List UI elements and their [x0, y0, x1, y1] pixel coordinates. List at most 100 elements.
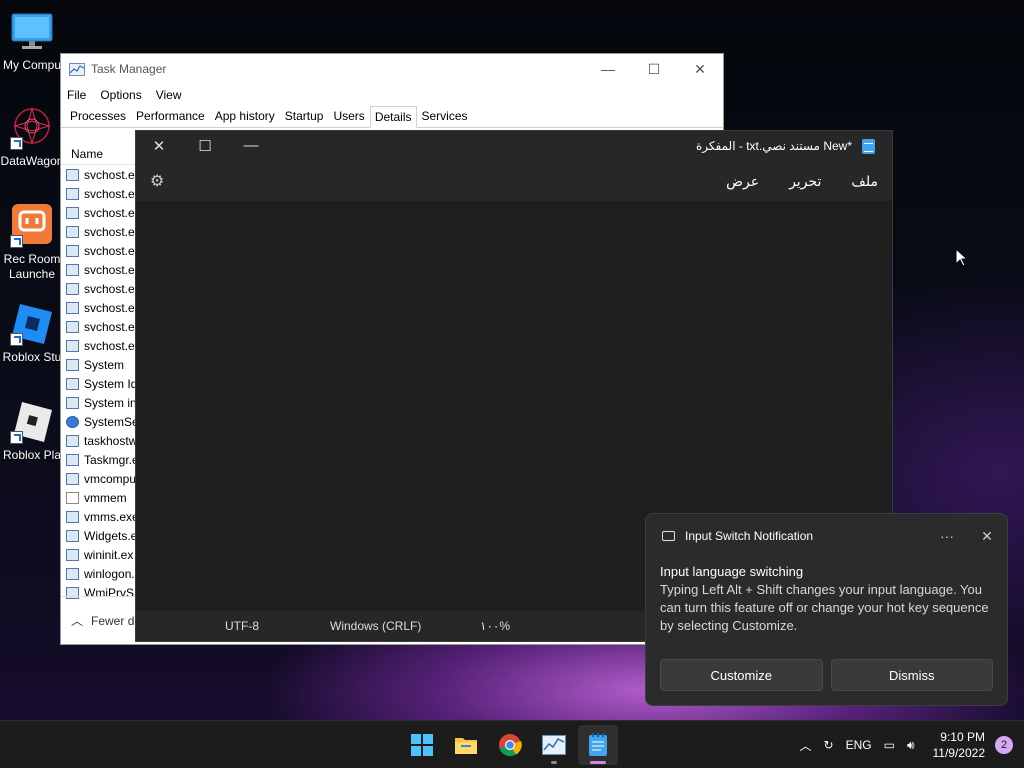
menu-options[interactable]: Options	[100, 88, 141, 102]
tab-app-history[interactable]: App history	[210, 105, 280, 127]
notification-app-name: Input Switch Notification	[685, 529, 814, 543]
process-icon	[66, 225, 79, 238]
table-row[interactable]: System int	[61, 393, 140, 412]
table-row[interactable]: wininit.ex	[61, 545, 137, 564]
table-row[interactable]: svchost.ex	[61, 203, 141, 222]
sync-icon[interactable]: ↻	[824, 738, 834, 752]
table-row[interactable]: vmms.exe	[61, 507, 139, 526]
table-row[interactable]: System Idl	[61, 374, 140, 393]
menu-file[interactable]: ملف	[851, 173, 878, 190]
status-line-ending[interactable]: Windows (CRLF)	[330, 619, 421, 633]
desktop-icon-label: DataWagon	[0, 154, 64, 168]
table-row[interactable]: SystemSet	[61, 412, 142, 431]
file-explorer-button[interactable]	[446, 725, 486, 765]
notepad-titlebar[interactable]: ✕ ☐ — *New مستند نصي.txt - المفكرة	[136, 131, 892, 161]
tab-processes[interactable]: Processes	[65, 105, 131, 127]
process-name: svchost.ex	[84, 338, 141, 353]
desktop-icon-rec-room[interactable]: Rec Room Launche	[0, 204, 64, 282]
table-row[interactable]: svchost.ex	[61, 241, 141, 260]
maximize-button[interactable]: ☐	[182, 137, 228, 155]
minimize-button[interactable]: —	[585, 61, 631, 78]
task-manager-taskbar-button[interactable]	[534, 725, 574, 765]
window-title: *New مستند نصي.txt - المفكرة	[696, 139, 852, 153]
notification-count-badge[interactable]: 2	[995, 736, 1013, 754]
window-title: Task Manager	[91, 62, 167, 76]
menu-file[interactable]: File	[67, 88, 86, 102]
language-indicator[interactable]: ENG	[846, 738, 872, 752]
notepad-taskbar-button[interactable]	[578, 725, 618, 765]
menu-view[interactable]: View	[156, 88, 182, 102]
menu-view[interactable]: عرض	[726, 173, 759, 190]
dismiss-button[interactable]: Dismiss	[830, 659, 993, 691]
desktop-icon-roblox-player[interactable]: Roblox Pla	[0, 400, 64, 463]
datawagon-icon	[10, 106, 54, 150]
roblox-player-icon	[10, 400, 54, 444]
tab-details[interactable]: Details	[369, 106, 417, 128]
desktop-icon-roblox-studio[interactable]: Roblox Stu	[0, 302, 64, 365]
status-zoom[interactable]: ١٠٠%	[480, 619, 510, 633]
table-row[interactable]: winlogon.	[61, 564, 137, 583]
network-icon[interactable]: ▭	[884, 738, 895, 752]
tab-services[interactable]: Services	[417, 105, 473, 127]
chrome-icon	[499, 734, 522, 757]
desktop-icon-my-computer[interactable]: My Compu	[0, 10, 64, 73]
process-name: svchost.ex	[84, 205, 141, 220]
table-row[interactable]: taskhostw	[61, 431, 137, 450]
process-icon	[66, 358, 79, 371]
input-switch-notification[interactable]: Input Switch Notification ··· ✕ Input la…	[645, 513, 1008, 706]
start-icon	[411, 734, 433, 756]
tab-users[interactable]: Users	[328, 105, 369, 127]
shortcut-arrow-icon	[10, 137, 23, 150]
process-name: taskhostw	[84, 433, 138, 448]
maximize-button[interactable]: ☐	[631, 61, 677, 78]
table-row[interactable]: Widgets.e	[61, 526, 137, 545]
tab-performance[interactable]: Performance	[131, 105, 210, 127]
table-row[interactable]: svchost.ex	[61, 260, 141, 279]
table-row[interactable]: svchost.ex	[61, 336, 141, 355]
table-row[interactable]: System	[61, 355, 137, 374]
start-button[interactable]	[402, 725, 442, 765]
monitor-icon	[10, 10, 54, 54]
notification-body: Typing Left Alt + Shift changes your inp…	[660, 582, 989, 633]
table-row[interactable]: svchost.ex	[61, 279, 141, 298]
task-manager-menubar: File Options View	[61, 84, 723, 106]
minimize-button[interactable]: —	[228, 137, 274, 155]
table-row[interactable]: svchost.ex	[61, 165, 141, 184]
task-manager-tabs: Processes Performance App history Startu…	[61, 106, 723, 128]
system-tray: ︿ ↻ ENG ▭ 🔊︎ 9:10 PM 11/9/2022 2	[794, 721, 1024, 768]
table-row[interactable]: svchost.ex	[61, 298, 141, 317]
settings-gear-icon[interactable]: ⚙	[150, 171, 164, 191]
column-header-name[interactable]: Name	[61, 143, 137, 165]
keyboard-icon	[662, 531, 675, 541]
menu-edit[interactable]: تحرير	[789, 173, 821, 190]
table-row[interactable]: Taskmgr.e	[61, 450, 139, 469]
clock[interactable]: 9:10 PM 11/9/2022	[933, 729, 986, 761]
chrome-button[interactable]	[490, 725, 530, 765]
volume-icon[interactable]: 🔊︎	[907, 738, 915, 753]
status-encoding[interactable]: UTF-8	[225, 619, 259, 633]
close-button[interactable]: ✕	[136, 137, 182, 155]
table-row[interactable]: svchost.ex	[61, 184, 141, 203]
table-row[interactable]: vmcompu	[61, 469, 137, 488]
table-row[interactable]: svchost.ex	[61, 317, 141, 336]
file-explorer-icon	[455, 738, 477, 754]
desktop-icon-label: Roblox Stu	[2, 350, 62, 364]
more-options-button[interactable]: ···	[927, 528, 967, 544]
desktop-icon-label-line1: Rec Room	[3, 252, 61, 266]
desktop-icon-datawagon[interactable]: DataWagon	[0, 106, 64, 169]
shortcut-arrow-icon	[10, 333, 23, 346]
process-icon	[66, 472, 79, 485]
process-name: wininit.ex	[84, 547, 134, 562]
desktop-icon-label-line2: Launche	[8, 267, 56, 281]
table-row[interactable]: svchost.ex	[61, 222, 141, 241]
process-name: System	[84, 357, 125, 372]
task-manager-titlebar[interactable]: Task Manager — ☐ ✕	[61, 54, 723, 84]
close-button[interactable]: ✕	[677, 61, 723, 78]
chevron-up-icon[interactable]: ︿	[800, 737, 812, 754]
tab-startup[interactable]: Startup	[280, 105, 329, 127]
table-row[interactable]: vmmem	[61, 488, 137, 507]
process-name: svchost.ex	[84, 186, 141, 201]
customize-button[interactable]: Customize	[660, 659, 823, 691]
close-notification-button[interactable]: ✕	[967, 528, 1007, 545]
process-icon	[66, 567, 79, 580]
